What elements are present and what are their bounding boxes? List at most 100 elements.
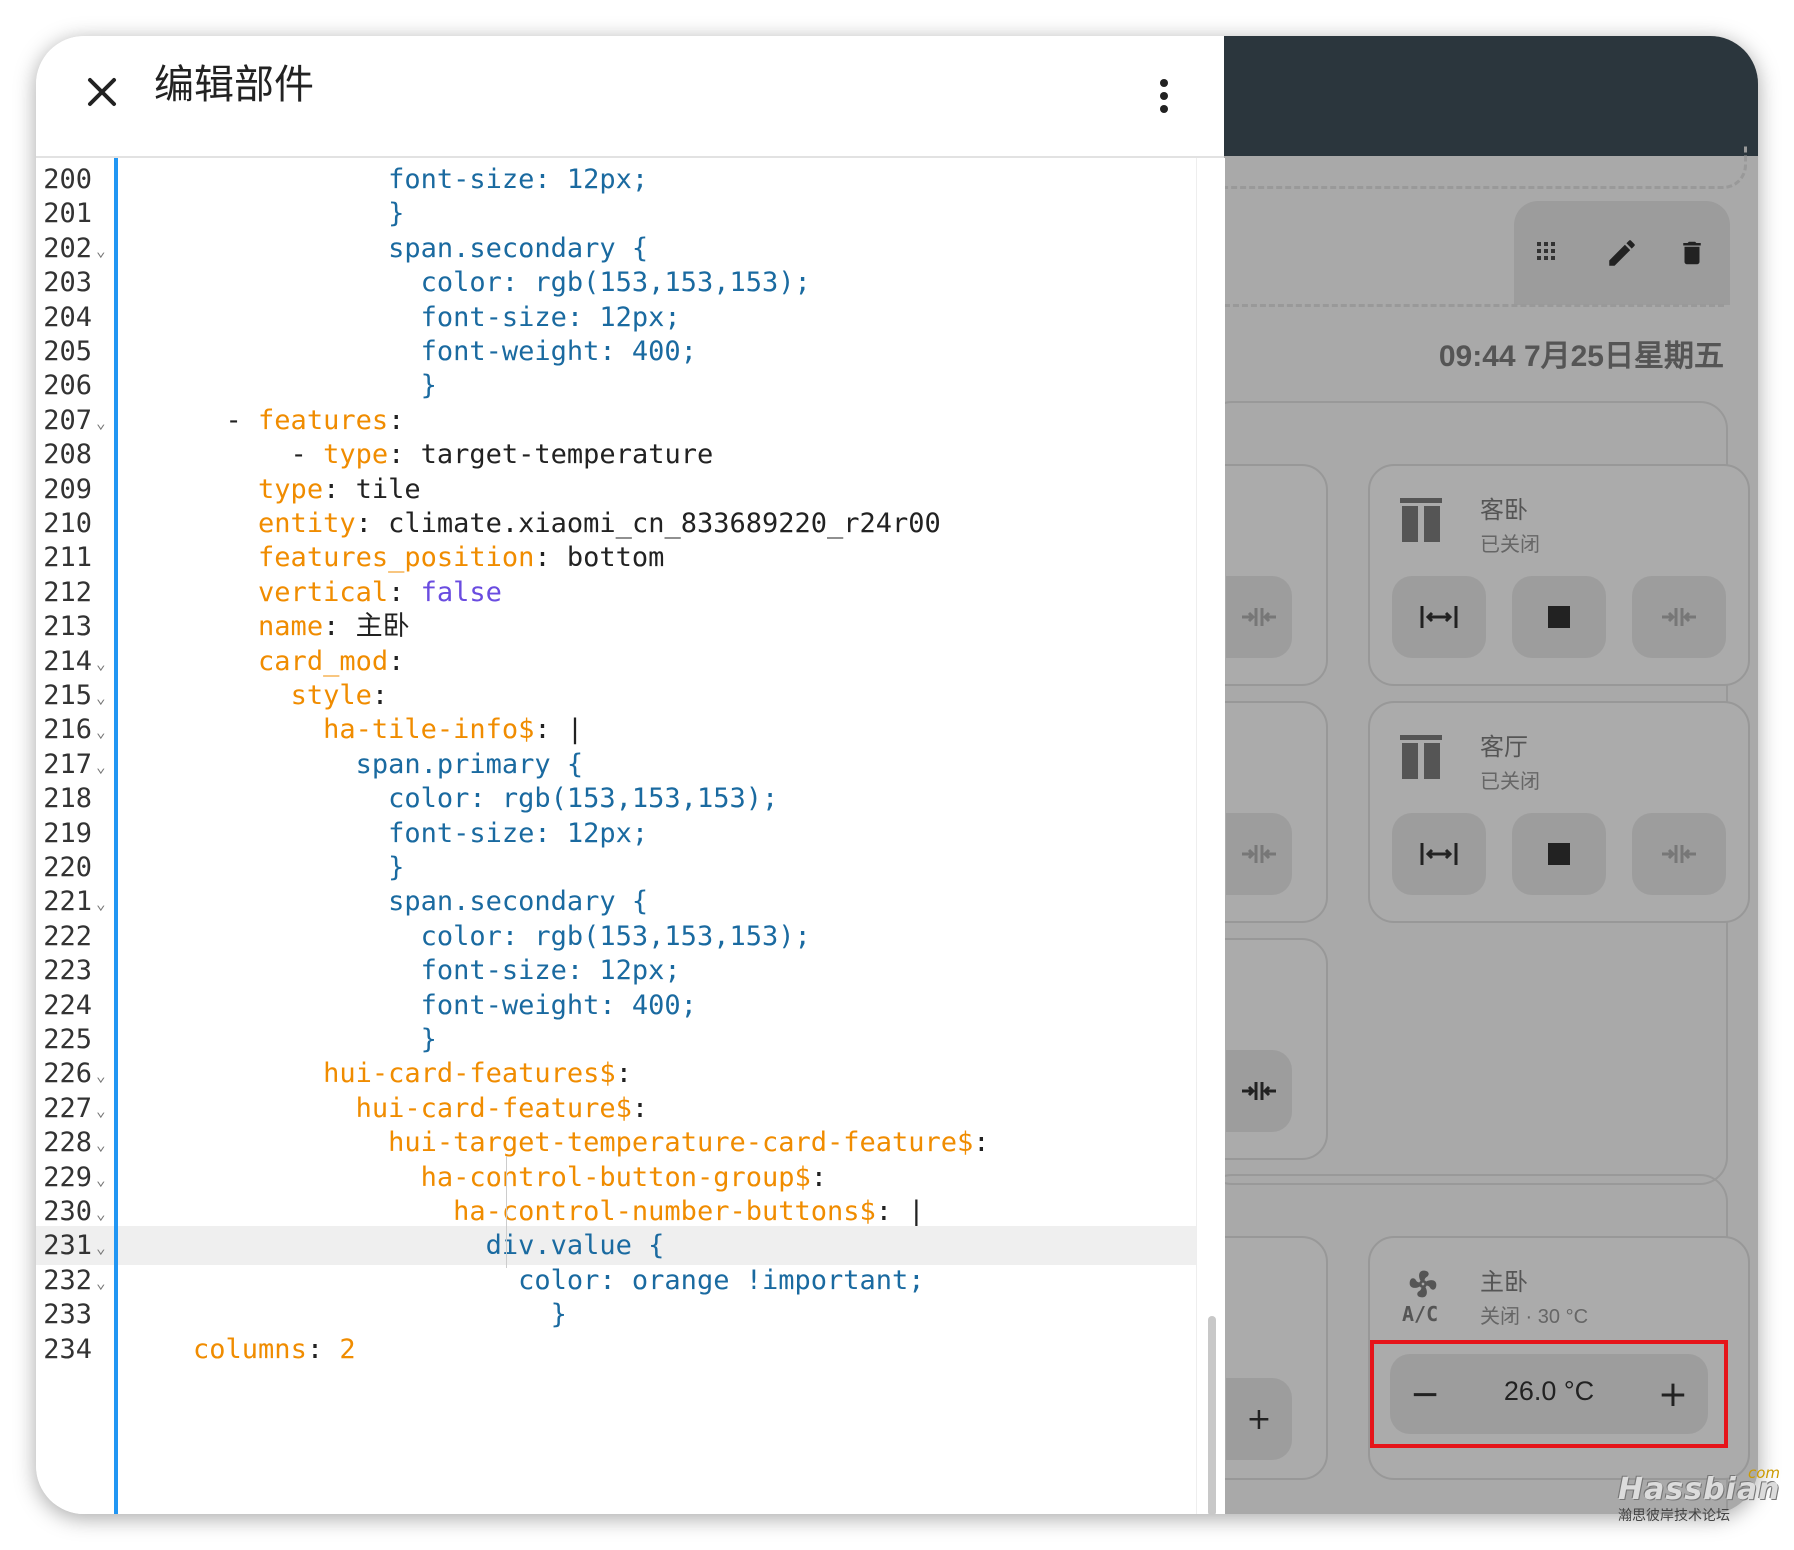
curtain-card-guest-bedroom[interactable]: 客卧 已关闭 [1368,464,1750,686]
datetime-text: 09:44 7月25日星期五 [1438,340,1724,373]
card-state: 已关闭 [1480,534,1540,556]
code-token: span.secondary { [128,886,649,918]
line-number: 208 [43,439,92,471]
code-line[interactable]: 200 font-size: 12px; [36,160,1196,199]
close-button[interactable] [70,60,134,124]
code-line[interactable]: 224 font-weight: 400; [36,986,1196,1025]
code-text: div.value { [128,1226,665,1265]
code-line[interactable]: 211 features_position: bottom [36,538,1196,577]
line-number: 217 [43,748,92,780]
code-line[interactable]: 227 ⌄ hui-card-feature$: [36,1089,1196,1128]
code-token: : [615,1058,632,1090]
curtain-icon [1400,498,1442,542]
code-text: hui-card-feature$: [128,1089,649,1128]
line-number: 203 [43,267,92,299]
code-line[interactable]: 213 name: 主卧 [36,607,1196,646]
code-line[interactable]: 226 ⌄ hui-card-features$: [36,1054,1196,1093]
code-text: features_position: bottom [128,538,664,577]
code-line[interactable]: 204 font-size: 12px; [36,298,1196,337]
drag-grid-icon[interactable] [1518,223,1578,283]
code-text: name: 主卧 [128,607,410,646]
ac-icon: A/C [1400,1268,1450,1328]
code-text: color: rgb(153,153,153); [128,779,778,818]
code-token: - [128,439,324,471]
partial-plus-button[interactable]: + [1226,1378,1292,1460]
line-number: 233 [43,1299,92,1331]
code-line[interactable]: 231 ⌄ div.value { [36,1226,1196,1266]
code-text: columns: 2 [128,1330,356,1369]
curtain-close-icon[interactable] [1226,1050,1292,1132]
code-text: - features: [128,401,405,440]
code-token: features_position [258,542,535,574]
code-token: card_mod [258,645,389,677]
curtain-open-button[interactable] [1392,576,1486,658]
code-token: : | [534,714,584,746]
code-line[interactable]: 217 ⌄ span.primary { [36,745,1196,784]
code-line[interactable]: 203 color: rgb(153,153,153); [36,263,1196,302]
code-line[interactable]: 223 font-size: 12px; [36,951,1196,990]
code-line[interactable]: 210 entity: climate.xiaomi_cn_833689220_… [36,504,1196,543]
curtain-stop-button[interactable] [1512,576,1606,658]
code-line[interactable]: 230 ⌄ ha-control-number-buttons$: | [36,1192,1196,1231]
editor-scrollbar-track[interactable] [1196,158,1225,1514]
code-text: font-size: 12px; [128,160,648,199]
increase-temperature-button[interactable]: + [1638,1354,1708,1434]
code-line[interactable]: 208 - type: target-temperature [36,435,1196,474]
code-line[interactable]: 216 ⌄ ha-tile-info$: | [36,710,1196,749]
code-line[interactable]: 229 ⌄ ha-control-button-group$: [36,1158,1196,1197]
code-line[interactable]: 234 columns: 2 [36,1330,1196,1369]
code-line[interactable]: 220 } [36,848,1196,887]
more-menu-button[interactable] [1144,64,1184,128]
code-line[interactable]: 233 } [36,1295,1196,1334]
code-line[interactable]: 202 ⌄ span.secondary { [36,229,1196,268]
code-token: hui-card-feature$ [355,1092,632,1124]
code-line[interactable]: 219 font-size: 12px; [36,814,1196,853]
code-line[interactable]: 218 color: rgb(153,153,153); [36,779,1196,818]
editor-scrollbar-thumb[interactable] [1208,1316,1216,1514]
code-line[interactable]: 206 } [36,366,1196,405]
curtain-open-button[interactable] [1392,813,1486,895]
curtain-open-icon [1420,606,1458,628]
code-line[interactable]: 228 ⌄ hui-target-temperature-card-feature… [36,1123,1196,1162]
line-number: 230 [43,1196,92,1227]
code-text: font-size: 12px; [128,814,648,853]
code-line[interactable]: 214 ⌄ card_mod: [36,642,1196,681]
code-token: false [420,576,502,608]
code-line[interactable]: 212 vertical: false [36,573,1196,612]
curtain-close-icon[interactable] [1226,576,1292,658]
code-line[interactable]: 209 type: tile [36,470,1196,509]
code-token: font-weight: 400; [128,989,697,1021]
code-line[interactable]: 225 } [36,1020,1196,1059]
ac-icon-label: A/C [1402,1302,1439,1326]
curtain-stop-button[interactable] [1512,813,1606,895]
curtain-close-button[interactable] [1632,576,1726,658]
edit-card-dialog: 编辑部件 200 font-size: 12px; 201 } 202 ⌄ span.… [36,36,1225,1514]
trash-icon[interactable] [1662,223,1722,283]
code-token: climate.xiaomi_cn_833689220_r24r00 [388,508,941,539]
decrease-temperature-button[interactable]: − [1390,1354,1460,1434]
code-line[interactable]: 221 ⌄ span.secondary { [36,882,1196,921]
curtain-close-icon[interactable] [1226,813,1292,895]
card-state: 关闭 · 30 °C [1480,1306,1589,1328]
code-line[interactable]: 232 ⌄ color: orange !important; [36,1261,1196,1300]
code-token: type [323,439,389,471]
code-text: font-weight: 400; [128,332,697,371]
code-line[interactable]: 222 color: rgb(153,153,153); [36,917,1196,956]
line-number: 209 [43,473,92,505]
curtain-close-button[interactable] [1632,813,1726,895]
yaml-code-editor[interactable]: 200 font-size: 12px; 201 } 202 ⌄ span.secon… [36,158,1196,1514]
card-name: 客卧 [1480,497,1528,524]
code-text: type: tile [128,470,421,509]
code-line[interactable]: 201 } [36,194,1196,233]
code-line[interactable]: 205 font-weight: 400; [36,332,1196,371]
code-token: } [128,1024,437,1055]
code-line[interactable]: 215 ⌄ style: [36,676,1196,715]
pencil-icon[interactable] [1592,223,1652,283]
code-text: card_mod: [128,642,404,681]
line-number: 228 [43,1127,92,1159]
curtain-card-living-room[interactable]: 客厅 已关闭 [1368,701,1750,923]
code-token: font-size: 12px; [128,164,649,195]
code-line[interactable]: 207 ⌄ - features: [36,401,1196,440]
